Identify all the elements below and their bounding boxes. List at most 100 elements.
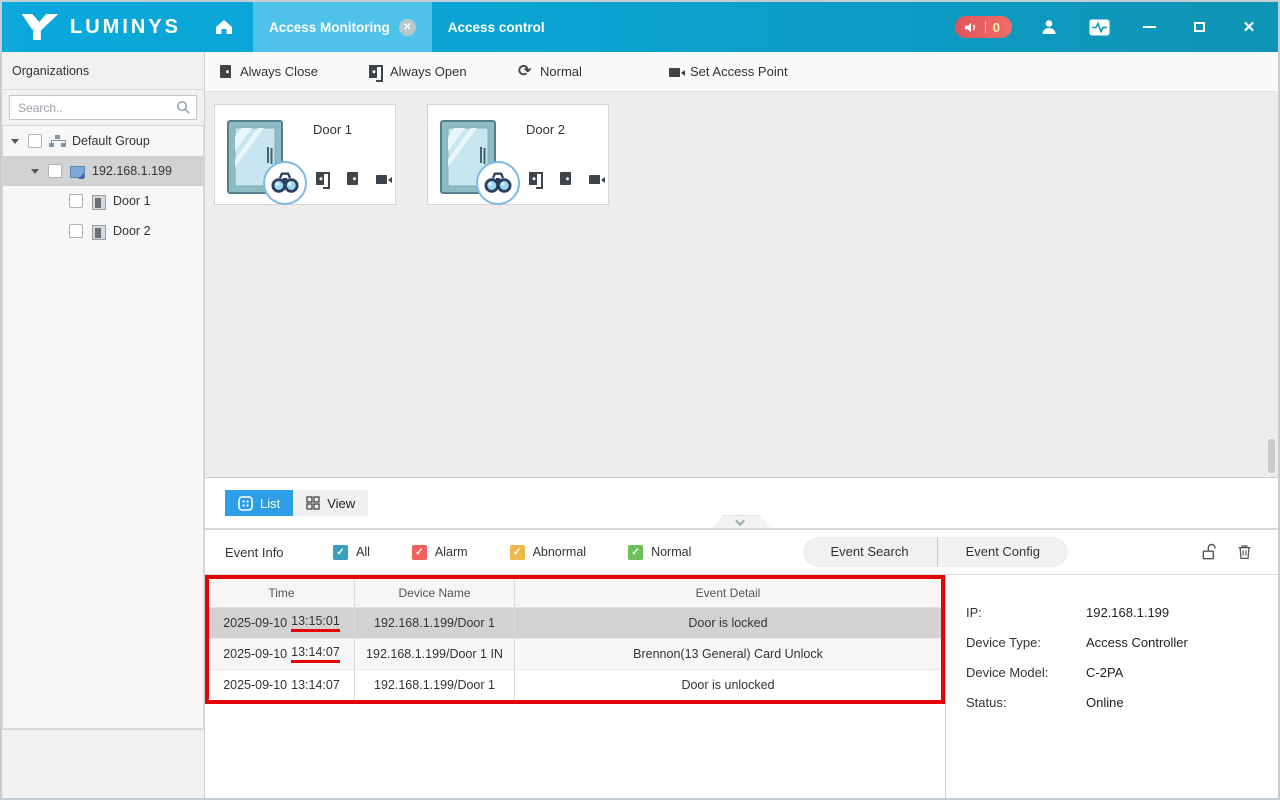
column-header[interactable]: Time	[209, 579, 355, 607]
organizations-sidebar: Organizations Default Group	[2, 52, 205, 798]
event-detail-cell: Brennon(13 General) Card Unlock	[515, 639, 941, 669]
event-content-row: Time Device Name Event Detail	[205, 574, 1278, 798]
minimize-button[interactable]	[1136, 14, 1162, 40]
event-table-row[interactable]: 2025-09-10 13:14:07 192.168.1.199/Door 1…	[209, 639, 941, 670]
tree-item[interactable]: Door 1	[3, 186, 203, 216]
door-status-icons	[315, 171, 392, 187]
badge-divider	[985, 21, 986, 33]
door-command-button[interactable]: Normal	[518, 64, 668, 80]
event-detail-cell: Door is unlocked	[515, 670, 941, 700]
live-view-badge[interactable]	[476, 161, 520, 205]
device-info-value: Online	[1086, 695, 1124, 710]
filter-label: Alarm	[435, 545, 468, 559]
tree-checkbox[interactable]	[28, 134, 42, 148]
event-filter-checkbox[interactable]: Normal	[628, 545, 691, 560]
door-card-name: Door 1	[313, 122, 352, 137]
tree-item-label: 192.168.1.199	[92, 164, 172, 178]
door-command-button[interactable]: Always Close	[218, 64, 368, 80]
home-icon	[214, 18, 234, 36]
event-time-cell: 2025-09-10 13:14:07	[209, 639, 355, 669]
event-table-row[interactable]: 2025-09-10 13:15:01 192.168.1.199/Door 1…	[209, 608, 941, 639]
home-button[interactable]	[195, 2, 253, 52]
event-date: 2025-09-10	[223, 678, 287, 692]
door-open-icon[interactable]	[315, 171, 332, 187]
event-table-header: Time Device Name Event Detail	[209, 579, 941, 608]
event-table-pane: Time Device Name Event Detail	[205, 575, 945, 798]
door-closed-icon[interactable]	[558, 171, 575, 187]
event-table-body: 2025-09-10 13:15:01 192.168.1.199/Door 1…	[209, 608, 941, 700]
alarm-badge[interactable]: 0	[955, 16, 1012, 38]
search-icon[interactable]	[176, 100, 191, 115]
door-card[interactable]: Door 2	[427, 104, 609, 205]
trash-icon[interactable]	[1235, 542, 1254, 562]
maximize-button[interactable]	[1186, 14, 1212, 40]
tree-item[interactable]: Default Group	[3, 126, 203, 156]
event-device-cell: 192.168.1.199/Door 1 IN	[355, 639, 515, 669]
tree-node-icon	[90, 224, 106, 239]
view-toggle-button[interactable]: View	[293, 490, 368, 516]
door-command-label: Always Close	[240, 64, 318, 79]
door-card-area: Door 1	[205, 92, 1278, 478]
event-time-cell: 2025-09-10 13:15:01	[209, 608, 355, 638]
view-toggle-row: List View	[205, 478, 1278, 530]
binoculars-icon	[483, 168, 513, 198]
scrollbar-thumb[interactable]	[1268, 439, 1275, 473]
column-header[interactable]: Event Detail	[515, 579, 941, 607]
device-info-value: 192.168.1.199	[1086, 605, 1169, 620]
brand-name: LUMINYS	[70, 16, 181, 39]
door-open-icon[interactable]	[528, 171, 545, 187]
expand-arrow-icon[interactable]	[31, 169, 39, 174]
tab-bar: Access Monitoring Access control	[253, 2, 561, 52]
event-table-row[interactable]: 2025-09-10 13:14:07 192.168.1.199/Door 1…	[209, 670, 941, 700]
alarm-count: 0	[993, 20, 1003, 35]
door-command-icon	[368, 64, 385, 80]
device-info-label: Device Type:	[966, 635, 1086, 650]
event-action-button[interactable]: Event Search	[803, 537, 937, 567]
camera-icon[interactable]	[588, 171, 605, 187]
event-tool-icons	[1200, 542, 1254, 562]
door-closed-icon[interactable]	[345, 171, 362, 187]
event-filter-checkbox[interactable]: All	[333, 545, 370, 560]
event-action-button[interactable]: Event Config	[937, 537, 1068, 567]
tab-close-icon[interactable]	[399, 19, 416, 36]
event-time-cell: 2025-09-10 13:14:07	[209, 670, 355, 700]
titlebar-spacer	[561, 2, 955, 52]
door-card[interactable]: Door 1	[214, 104, 396, 205]
tree-item[interactable]: 192.168.1.199	[3, 156, 203, 186]
health-monitor-button[interactable]	[1086, 14, 1112, 40]
tree-checkbox[interactable]	[69, 194, 83, 208]
close-button[interactable]: ✕	[1236, 14, 1262, 40]
expand-arrow-icon[interactable]	[11, 139, 19, 144]
list-icon	[238, 496, 253, 511]
event-filter-checkbox[interactable]: Abnormal	[510, 545, 587, 560]
event-time: 13:14:07	[291, 645, 340, 663]
camera-icon[interactable]	[375, 171, 392, 187]
tree-checkbox[interactable]	[69, 224, 83, 238]
door-command-button[interactable]: Set Access Point	[668, 64, 818, 80]
tree-node-icon	[90, 194, 106, 209]
filter-label: Normal	[651, 545, 691, 559]
unlock-icon[interactable]	[1200, 542, 1220, 562]
titlebar-tab[interactable]: Access Monitoring	[253, 2, 432, 52]
tree-node-icon	[69, 164, 85, 179]
tree-checkbox[interactable]	[48, 164, 62, 178]
event-filter-checkbox[interactable]: Alarm	[412, 545, 468, 560]
door-command-label: Always Open	[390, 64, 467, 79]
list-toggle-button[interactable]: List	[225, 490, 293, 516]
event-detail-cell: Door is locked	[515, 608, 941, 638]
door-command-button[interactable]: Always Open	[368, 64, 518, 80]
search-input[interactable]	[9, 95, 197, 120]
column-header[interactable]: Device Name	[355, 579, 515, 607]
checkbox-icon	[510, 545, 525, 560]
main-area: Always Close Always Open Normal	[205, 52, 1278, 798]
tree-item[interactable]: Door 2	[3, 216, 203, 246]
titlebar-tab[interactable]: Access control	[432, 2, 561, 52]
user-button[interactable]	[1036, 14, 1062, 40]
sidebar-title: Organizations	[2, 52, 204, 90]
tree-item-label: Default Group	[72, 134, 150, 148]
device-info-label: IP:	[966, 605, 1086, 620]
live-view-badge[interactable]	[263, 161, 307, 205]
checkbox-icon	[412, 545, 427, 560]
panel-collapse-handle[interactable]	[713, 515, 771, 528]
tree-item-label: Door 1	[113, 194, 151, 208]
